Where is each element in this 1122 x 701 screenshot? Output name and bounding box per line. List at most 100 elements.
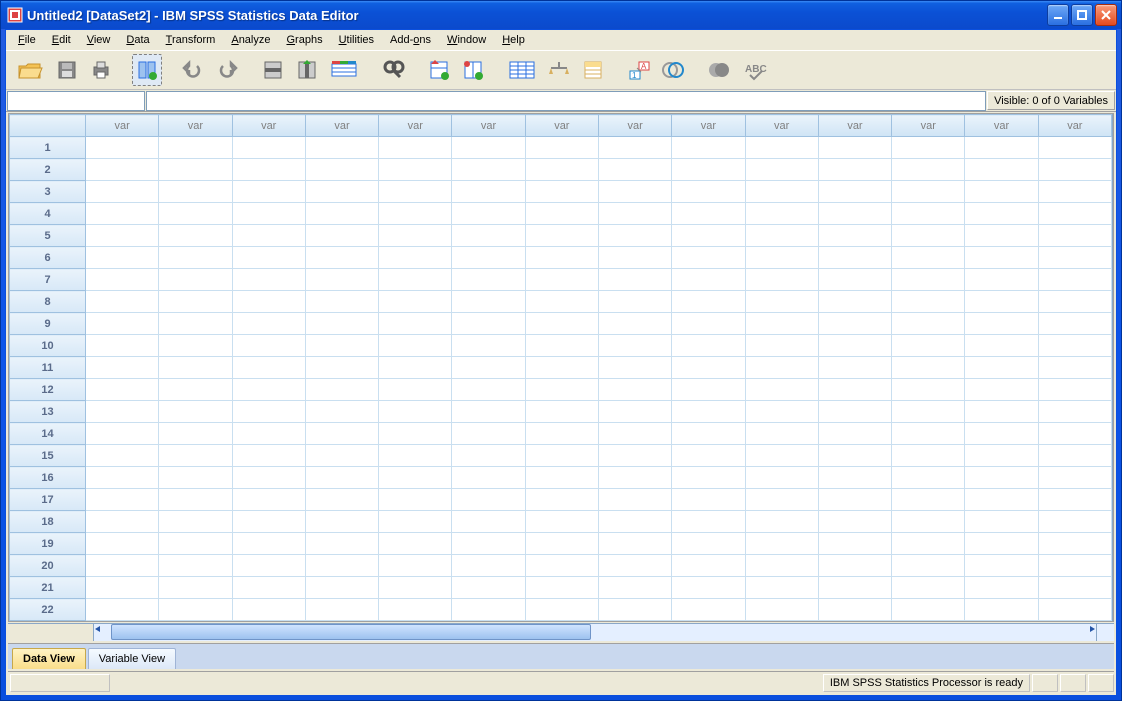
grid-cell[interactable] <box>232 181 305 203</box>
grid-cell[interactable] <box>745 357 818 379</box>
row-header[interactable]: 14 <box>10 423 86 445</box>
grid-cell[interactable] <box>452 291 525 313</box>
spell-check-button[interactable]: ABC <box>738 54 774 86</box>
grid-cell[interactable] <box>818 555 891 577</box>
grid-cell[interactable] <box>379 357 452 379</box>
grid-cell[interactable] <box>159 291 232 313</box>
grid-cell[interactable] <box>598 159 671 181</box>
grid-cell[interactable] <box>598 489 671 511</box>
grid-cell[interactable] <box>818 511 891 533</box>
row-header[interactable]: 4 <box>10 203 86 225</box>
grid-cell[interactable] <box>892 445 965 467</box>
grid-cell[interactable] <box>159 335 232 357</box>
grid-cell[interactable] <box>818 577 891 599</box>
grid-cell[interactable] <box>1038 313 1111 335</box>
grid-cell[interactable] <box>305 247 378 269</box>
grid-cell[interactable] <box>305 401 378 423</box>
grid-cell[interactable] <box>379 533 452 555</box>
grid-cell[interactable] <box>965 423 1038 445</box>
grid-cell[interactable] <box>305 445 378 467</box>
grid-cell[interactable] <box>525 137 598 159</box>
grid-cell[interactable] <box>86 181 159 203</box>
grid-cell[interactable] <box>598 181 671 203</box>
row-header[interactable]: 7 <box>10 269 86 291</box>
grid-cell[interactable] <box>305 379 378 401</box>
grid-cell[interactable] <box>159 269 232 291</box>
grid-cell[interactable] <box>892 357 965 379</box>
grid-cell[interactable] <box>305 467 378 489</box>
grid-cell[interactable] <box>965 379 1038 401</box>
grid-cell[interactable] <box>965 357 1038 379</box>
insert-case-button[interactable] <box>424 54 454 86</box>
grid-cell[interactable] <box>892 401 965 423</box>
scroll-right-button[interactable] <box>1088 624 1096 636</box>
grid-cell[interactable] <box>232 247 305 269</box>
grid-cell[interactable] <box>672 269 745 291</box>
grid-cell[interactable] <box>745 489 818 511</box>
grid-cell[interactable] <box>672 489 745 511</box>
grid-cell[interactable] <box>86 533 159 555</box>
grid-cell[interactable] <box>232 533 305 555</box>
grid-cell[interactable] <box>965 401 1038 423</box>
grid-cell[interactable] <box>305 423 378 445</box>
grid-cell[interactable] <box>1038 467 1111 489</box>
vertical-scrollbar[interactable] <box>1112 114 1113 621</box>
grid-cell[interactable] <box>965 225 1038 247</box>
grid-cell[interactable] <box>379 137 452 159</box>
grid-cell[interactable] <box>305 159 378 181</box>
grid-cell[interactable] <box>86 335 159 357</box>
use-sets-button[interactable] <box>658 54 688 86</box>
close-button[interactable] <box>1095 4 1117 26</box>
grid-cell[interactable] <box>232 313 305 335</box>
grid-cell[interactable] <box>598 401 671 423</box>
grid-cell[interactable] <box>86 357 159 379</box>
column-header[interactable]: var <box>159 115 232 137</box>
grid-cell[interactable] <box>159 137 232 159</box>
scroll-thumb-horizontal[interactable] <box>111 624 591 640</box>
grid-cell[interactable] <box>452 445 525 467</box>
grid-cell[interactable] <box>452 379 525 401</box>
grid-cell[interactable] <box>305 555 378 577</box>
menu-file[interactable]: Fdocument.currentScript.previousElementS… <box>10 32 44 48</box>
grid-cell[interactable] <box>86 599 159 621</box>
row-header[interactable]: 19 <box>10 533 86 555</box>
column-header[interactable]: var <box>232 115 305 137</box>
grid-cell[interactable] <box>745 555 818 577</box>
grid-cell[interactable] <box>598 203 671 225</box>
grid-cell[interactable] <box>379 467 452 489</box>
grid-cell[interactable] <box>305 335 378 357</box>
value-labels-button[interactable]: A1 <box>624 54 654 86</box>
grid-cell[interactable] <box>818 599 891 621</box>
grid-cell[interactable] <box>525 225 598 247</box>
grid-cell[interactable] <box>86 489 159 511</box>
grid-cell[interactable] <box>525 291 598 313</box>
grid-cell[interactable] <box>525 401 598 423</box>
grid-cell[interactable] <box>1038 511 1111 533</box>
grid-cell[interactable] <box>305 269 378 291</box>
grid-cell[interactable] <box>379 269 452 291</box>
grid-cell[interactable] <box>745 379 818 401</box>
grid-cell[interactable] <box>745 533 818 555</box>
grid-cell[interactable] <box>525 445 598 467</box>
grid-cell[interactable] <box>452 137 525 159</box>
menu-edit[interactable]: Edit <box>44 32 79 48</box>
print-button[interactable] <box>86 54 116 86</box>
grid-cell[interactable] <box>892 247 965 269</box>
grid-cell[interactable] <box>86 269 159 291</box>
grid-cell[interactable] <box>745 225 818 247</box>
grid-cell[interactable] <box>525 357 598 379</box>
grid-cell[interactable] <box>672 247 745 269</box>
grid-cell[interactable] <box>159 489 232 511</box>
minimize-button[interactable] <box>1047 4 1069 26</box>
grid-cell[interactable] <box>745 511 818 533</box>
grid-cell[interactable] <box>86 291 159 313</box>
grid-cell[interactable] <box>745 269 818 291</box>
scroll-up-button[interactable] <box>1113 114 1114 130</box>
grid-cell[interactable] <box>818 533 891 555</box>
column-header[interactable]: var <box>1038 115 1111 137</box>
grid-cell[interactable] <box>86 423 159 445</box>
grid-cell[interactable] <box>305 203 378 225</box>
grid-cell[interactable] <box>379 181 452 203</box>
grid-cell[interactable] <box>965 159 1038 181</box>
grid-cell[interactable] <box>379 225 452 247</box>
